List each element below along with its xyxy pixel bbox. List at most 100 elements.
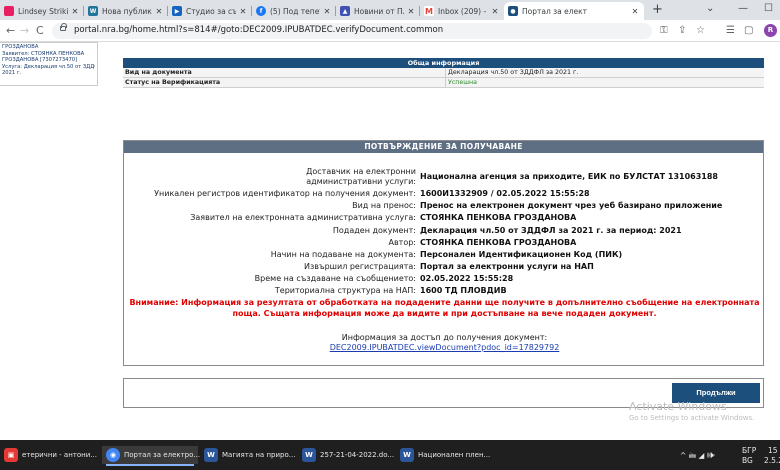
warning-message: поща. Същата информация може да видите и… — [232, 309, 657, 318]
field-value: Пренос на електронен документ чрез уеб б… — [420, 201, 723, 210]
browser-tab-active[interactable]: ● Портал за елект ✕ — [504, 2, 644, 20]
tab-search-icon[interactable]: ⌄ — [706, 2, 714, 16]
clock-date: 2.5.2 — [764, 456, 780, 465]
taskbar-item[interactable]: W 257-21-04-2022.do... — [302, 446, 396, 464]
field-value: Персонален Идентификационен Код (ПИК) — [420, 250, 623, 259]
field-value: СТОЯНКА ПЕНКОВА ГРОЗДАНОВА — [420, 213, 577, 222]
windows-taskbar: ▣ етерични - антони... ◉ Портал за елект… — [0, 440, 780, 470]
close-tab-icon[interactable]: ✕ — [406, 7, 416, 16]
side-panel-icon[interactable]: ▢ — [744, 24, 753, 38]
activate-windows-watermark: Activate Windows — [629, 400, 727, 413]
taskbar-item-label: 257-21-04-2022.do... — [320, 451, 395, 459]
verification-status: Успешна — [448, 79, 478, 86]
tab-label: (5) Под тепето (с — [270, 6, 320, 16]
forward-icon[interactable]: → — [20, 24, 29, 38]
left-info-panel: ГРОЗДАНОВА Заявител: СТОЯНКА ПЕНКОВА ГРО… — [0, 42, 98, 86]
tab-label: Портал за елект — [522, 6, 588, 16]
close-tab-icon[interactable]: ✕ — [238, 7, 248, 16]
taskbar-item-active[interactable]: ◉ Портал за електро... — [102, 446, 201, 466]
general-info-table: Обща информация Вид на документа Деклара… — [123, 58, 764, 88]
taskbar-item-label: Магията на приро... — [222, 451, 296, 459]
back-icon[interactable]: ← — [6, 24, 15, 38]
word-icon: W — [400, 448, 414, 462]
new-tab-button[interactable]: + — [652, 2, 663, 18]
browser-tab[interactable]: W Нова публикация ✕ — [84, 2, 168, 20]
facebook-icon: f — [256, 6, 266, 16]
profile-avatar[interactable]: R — [764, 24, 777, 37]
word-icon: W — [302, 448, 316, 462]
warning-message: Внимание: Информация за резултата от обр… — [129, 298, 760, 307]
browser-tab[interactable]: ▲ Новини от Плов ✕ — [336, 2, 420, 20]
browser-tab-strip: Lindsey Striki ✕ W Нова публикация ✕ ▶ С… — [0, 0, 780, 20]
field-label: Автор: — [388, 238, 416, 247]
reading-list-icon[interactable]: ☰ — [726, 24, 735, 38]
receipt-confirmation-panel: ПОТВЪРЖДЕНИЕ ЗА ПОЛУЧАВАНЕ Доставчик на … — [123, 140, 764, 366]
maximize-icon[interactable]: ☐ — [764, 2, 773, 16]
confirmation-title: ПОТВЪРЖДЕНИЕ ЗА ПОЛУЧАВАНЕ — [124, 141, 763, 153]
language-code: BG — [742, 456, 753, 465]
field-value: Декларация чл.50 от ЗДДФЛ за 2021 г. за … — [420, 226, 682, 235]
tab-favicon-icon — [4, 6, 14, 16]
browser-tab[interactable]: f (5) Под тепето (с ✕ — [252, 2, 336, 20]
field-label: Териториална структура на НАП: — [274, 286, 416, 295]
field-value: СТОЯНКА ПЕНКОВА ГРОЗДАНОВА — [420, 238, 577, 247]
field-label: Начин на подаване на документа: — [270, 250, 416, 259]
nra-favicon-icon: ● — [508, 6, 518, 16]
close-tab-icon[interactable]: ✕ — [490, 7, 500, 16]
browser-tab[interactable]: M Inbox (209) - red ✕ — [420, 2, 504, 20]
gmail-icon: M — [424, 6, 434, 16]
taskbar-item-label: Портал за електро... — [124, 451, 201, 459]
taskbar-item-label: етерични - антони... — [22, 451, 97, 459]
close-tab-icon[interactable]: ✕ — [70, 7, 80, 16]
field-value: Портал за електронни услуги на НАП — [420, 262, 594, 271]
app-icon: ▣ — [4, 448, 18, 462]
browser-tab[interactable]: Lindsey Striki ✕ — [0, 2, 84, 20]
taskbar-item[interactable]: ▣ етерични - антони... — [4, 446, 100, 464]
tab-label: Новини от Плов — [354, 6, 404, 16]
url-text[interactable]: portal.nra.bg/home.html?s=814#/goto:DEC2… — [74, 25, 443, 35]
tab-label: Студио за създаване — [186, 6, 236, 16]
minimize-icon[interactable]: — — [738, 2, 748, 16]
clock-time[interactable]: 15 — [768, 446, 778, 455]
tab-label: Inbox (209) - red — [438, 6, 488, 16]
news-icon: ▲ — [340, 6, 350, 16]
taskbar-item-label: Национален плен... — [418, 451, 491, 459]
field-value: 1600И1332909 / 02.05.2022 15:55:28 — [420, 189, 590, 198]
field-value: Национална агенция за приходите, ЕИК по … — [420, 172, 718, 181]
table-row: Статус на Верификацията Успешна — [123, 78, 764, 88]
view-document-link[interactable]: DEC2009.IPUBATDEC.viewDocument?pdoc_id=1… — [124, 343, 765, 353]
studio-icon: ▶ — [172, 6, 182, 16]
row-key: Вид на документа — [123, 68, 446, 77]
address-bar[interactable]: portal.nra.bg/home.html?s=814#/goto:DEC2… — [52, 23, 652, 39]
close-tab-icon[interactable]: ✕ — [322, 7, 332, 16]
general-info-title: Обща информация — [123, 58, 764, 68]
field-label: Време на създаване на съобщението: — [254, 274, 416, 283]
field-label: Заявител на електронната административна… — [190, 213, 416, 222]
close-tab-icon[interactable]: ✕ — [154, 7, 164, 16]
close-tab-icon[interactable]: ✕ — [630, 7, 640, 16]
taskbar-item[interactable]: W Магията на приро... — [204, 446, 298, 464]
browser-toolbar: ← → C portal.nra.bg/home.html?s=814#/got… — [0, 20, 780, 42]
field-label: Подаден документ: — [332, 226, 416, 235]
field-label: Доставчик на електронни административни … — [306, 167, 416, 186]
chrome-icon: ◉ — [106, 448, 120, 462]
taskbar-item[interactable]: W Национален плен... — [400, 446, 494, 464]
table-row: Вид на документа Декларация чл.50 от ЗДД… — [123, 68, 764, 78]
field-value: 1600 ТД ПЛОВДИВ — [420, 286, 507, 295]
browser-tab[interactable]: ▶ Студио за създаване ✕ — [168, 2, 252, 20]
field-label: Уникален регистров идентификатор на полу… — [154, 189, 416, 198]
system-tray-icons[interactable]: ^ 🖮 ◢ 🕪 — [680, 451, 715, 460]
row-key: Статус на Верификацията — [123, 78, 446, 87]
bookmark-star-icon[interactable]: ☆ — [696, 24, 705, 38]
access-note: Информация за достъп до получения докуме… — [341, 333, 548, 342]
key-icon[interactable]: ⚿ — [660, 24, 668, 38]
share-icon[interactable]: ⇪ — [678, 24, 686, 38]
tab-label: Нова публикация — [102, 6, 152, 16]
page-content: ГРОЗДАНОВА Заявител: СТОЯНКА ПЕНКОВА ГРО… — [0, 42, 780, 440]
word-icon: W — [204, 448, 218, 462]
lock-icon[interactable] — [60, 23, 67, 31]
left-panel-line: 2021 г. — [2, 70, 22, 76]
reload-icon[interactable]: C — [36, 24, 44, 38]
field-label: Извършил регистрацията: — [303, 262, 416, 271]
language-indicator[interactable]: БГР — [742, 446, 756, 455]
